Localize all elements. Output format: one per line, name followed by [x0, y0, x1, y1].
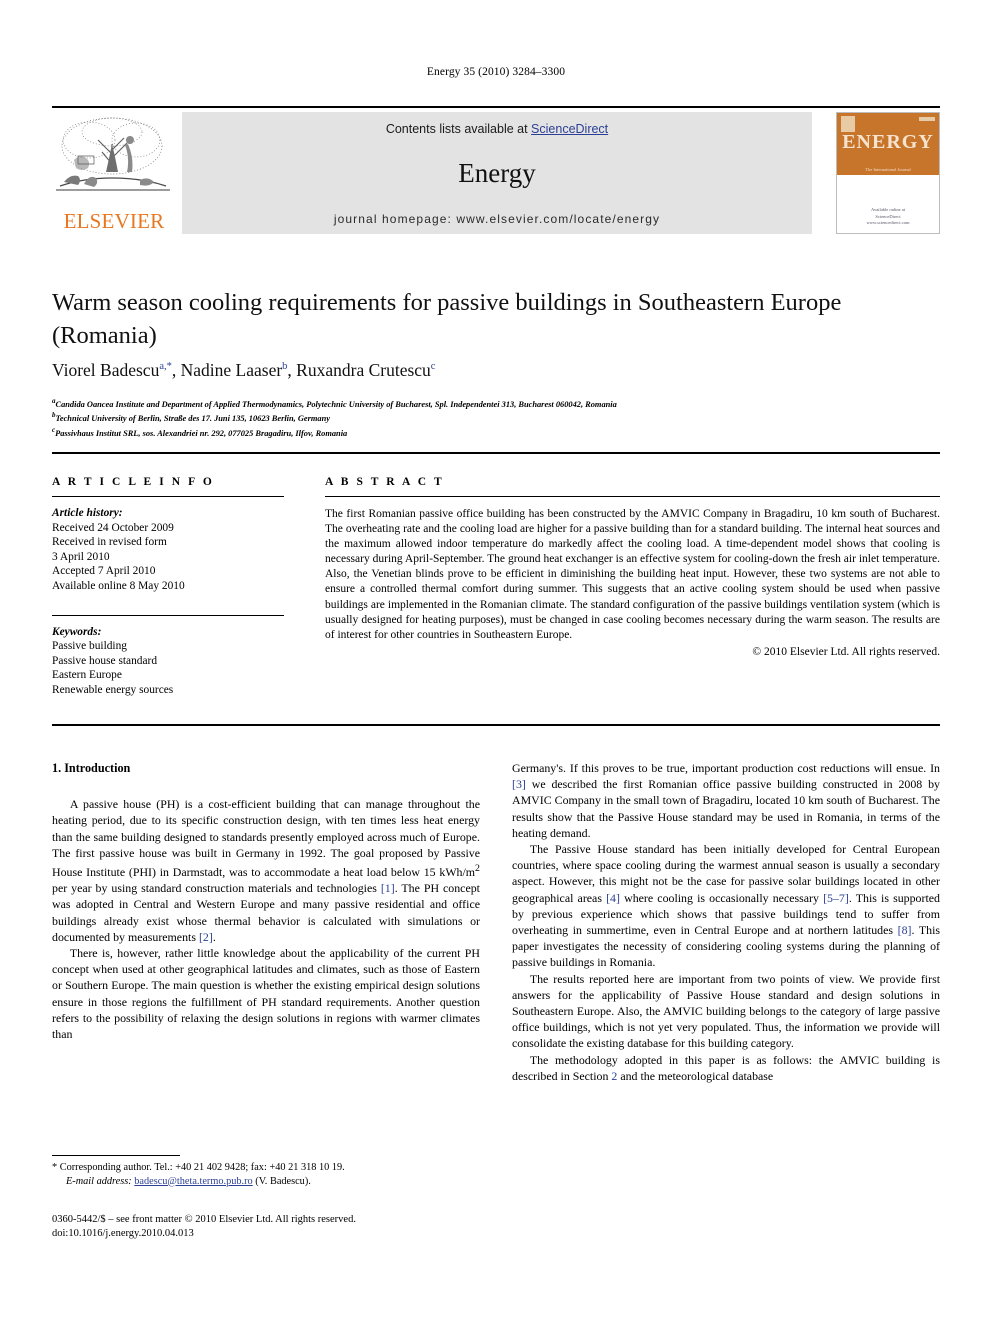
- affiliation-item: bTechnical University of Berlin, Straße …: [52, 410, 932, 424]
- cover-sciencedirect-line: ScienceDirect: [875, 213, 901, 219]
- keywords-label: Keywords:: [52, 625, 102, 638]
- article-info-column: A R T I C L E I N F O Article history: R…: [52, 476, 284, 698]
- keyword-item: Eastern Europe: [52, 669, 122, 682]
- cover-journal-title: ENERGY: [842, 131, 934, 153]
- keyword-item: Passive building: [52, 640, 127, 653]
- paragraph: Germany's. If this proves to be true, im…: [512, 761, 940, 840]
- history-item: 3 April 2010: [52, 550, 110, 563]
- reference-link[interactable]: [3]: [512, 777, 526, 791]
- journal-cover-thumbnail: ENERGY The International Journal Availab…: [836, 112, 940, 234]
- abstract-text: The first Romanian passive office buildi…: [325, 508, 940, 641]
- contents-line: Contents lists available at ScienceDirec…: [182, 122, 812, 136]
- paper-page: Energy 35 (2010) 3284–3300 ELSEVIER Cont…: [0, 0, 992, 1323]
- article-history: Article history: Received 24 October 200…: [52, 506, 284, 594]
- reference-link[interactable]: [4]: [606, 891, 620, 905]
- elsevier-logo: ELSEVIER: [52, 112, 176, 234]
- footnote-block: * Corresponding author. Tel.: +40 21 402…: [52, 1161, 482, 1188]
- email-owner: (V. Badescu).: [255, 1175, 311, 1187]
- abstract-copyright: © 2010 Elsevier Ltd. All rights reserved…: [752, 645, 940, 658]
- corresponding-author-note: * Corresponding author. Tel.: +40 21 402…: [52, 1162, 345, 1173]
- article-info-heading: A R T I C L E I N F O: [52, 476, 215, 488]
- reference-link[interactable]: [5–7]: [823, 891, 849, 905]
- elsevier-tree-icon: [54, 114, 172, 206]
- cover-bottom-panel: Available online at ScienceDirect www.sc…: [837, 175, 939, 233]
- cover-url-line: www.sciencedirect.com: [866, 220, 910, 226]
- journal-homepage[interactable]: journal homepage: www.elsevier.com/locat…: [182, 212, 812, 226]
- history-item: Available online 8 May 2010: [52, 579, 185, 592]
- cover-journal-subtitle: The International Journal: [865, 167, 911, 172]
- author-list: Viorel Badescua,*, Nadine Laaserb, Ruxan…: [52, 360, 436, 380]
- paragraph: The methodology adopted in this paper is…: [512, 1052, 940, 1083]
- contents-prefix-text: Contents lists available at: [385, 122, 532, 136]
- cover-sciencedirect-block: Available online at ScienceDirect www.sc…: [837, 207, 939, 227]
- issn-line: 0360-5442/$ – see front matter © 2010 El…: [52, 1214, 356, 1225]
- journal-header: ELSEVIER Contents lists available at Sci…: [52, 112, 940, 234]
- running-head: Energy 35 (2010) 3284–3300: [426, 66, 566, 78]
- section-link[interactable]: 2: [611, 1069, 617, 1083]
- history-item: Received in revised form: [52, 536, 167, 549]
- journal-banner: Contents lists available at ScienceDirec…: [182, 112, 812, 234]
- elsevier-wordmark: ELSEVIER: [63, 209, 165, 233]
- journal-title: Energy: [458, 158, 536, 188]
- article-info-rule: [52, 496, 284, 497]
- reference-link[interactable]: [2]: [199, 930, 213, 944]
- header-top-rule: [52, 106, 940, 108]
- section-heading-introduction: 1. Introduction: [52, 761, 131, 775]
- paragraph: The Passive House standard has been init…: [512, 842, 941, 970]
- abstract-heading: A B S T R A C T: [325, 476, 445, 488]
- page-title: Warm season cooling requirements for pas…: [52, 289, 842, 349]
- keyword-item: Passive house standard: [52, 654, 158, 667]
- affiliation-item: aCandida Oancea Institute and Department…: [52, 396, 932, 410]
- affiliation-item: cPassivhaus Institut SRL, sos. Alexandri…: [52, 425, 932, 439]
- info-block-top-rule: [52, 452, 940, 454]
- imprint-block: 0360-5442/$ – see front matter © 2010 El…: [52, 1213, 482, 1241]
- email-label: E-mail address:: [66, 1175, 132, 1187]
- info-block-bottom-rule: [52, 724, 940, 726]
- body-right-column: Germany's. If this proves to be true, im…: [512, 760, 940, 1084]
- abstract-column: A B S T R A C T The first Romanian passi…: [325, 476, 940, 658]
- tree-illustration-icon: [56, 117, 170, 191]
- keywords-block: Keywords: Passive building Passive house…: [52, 625, 284, 698]
- cover-corner-label: [919, 117, 935, 121]
- affiliations: aCandida Oancea Institute and Department…: [52, 396, 932, 439]
- abstract-rule: [325, 496, 940, 497]
- paragraph: A passive house (PH) is a cost-efficient…: [52, 797, 480, 944]
- body-left-column: 1. Introduction A passive house (PH) is …: [52, 760, 480, 1042]
- sciencedirect-link[interactable]: ScienceDirect: [531, 122, 608, 136]
- cover-top-panel: ENERGY The International Journal: [837, 113, 939, 175]
- history-item: Received 24 October 2009: [52, 521, 174, 534]
- doi-line: doi:10.1016/j.energy.2010.04.013: [52, 1228, 194, 1239]
- keywords-rule: [52, 614, 284, 616]
- article-history-label: Article history:: [52, 507, 123, 519]
- keyword-item: Renewable energy sources: [52, 683, 174, 696]
- reference-link[interactable]: [1]: [381, 881, 395, 895]
- cover-elsevier-mark-icon: [841, 116, 855, 132]
- paragraph: There is, however, rather little knowled…: [52, 946, 480, 1042]
- affiliation-text: Candida Oancea Institute and Department …: [55, 399, 617, 409]
- email-link[interactable]: badescu@theta.termo.pub.ro: [134, 1176, 252, 1187]
- cover-available-line: Available online at: [871, 206, 905, 212]
- history-item: Accepted 7 April 2010: [52, 565, 156, 578]
- affiliation-text: Passivhaus Institut SRL, sos. Alexandrie…: [55, 428, 348, 438]
- paragraph: The results reported here are important …: [512, 971, 940, 1051]
- affiliation-text: Technical University of Berlin, Straße d…: [55, 414, 330, 424]
- reference-link[interactable]: [8]: [898, 923, 912, 937]
- footnote-rule: [52, 1155, 180, 1156]
- email-note: E-mail address: badescu@theta.termo.pub.…: [52, 1175, 482, 1189]
